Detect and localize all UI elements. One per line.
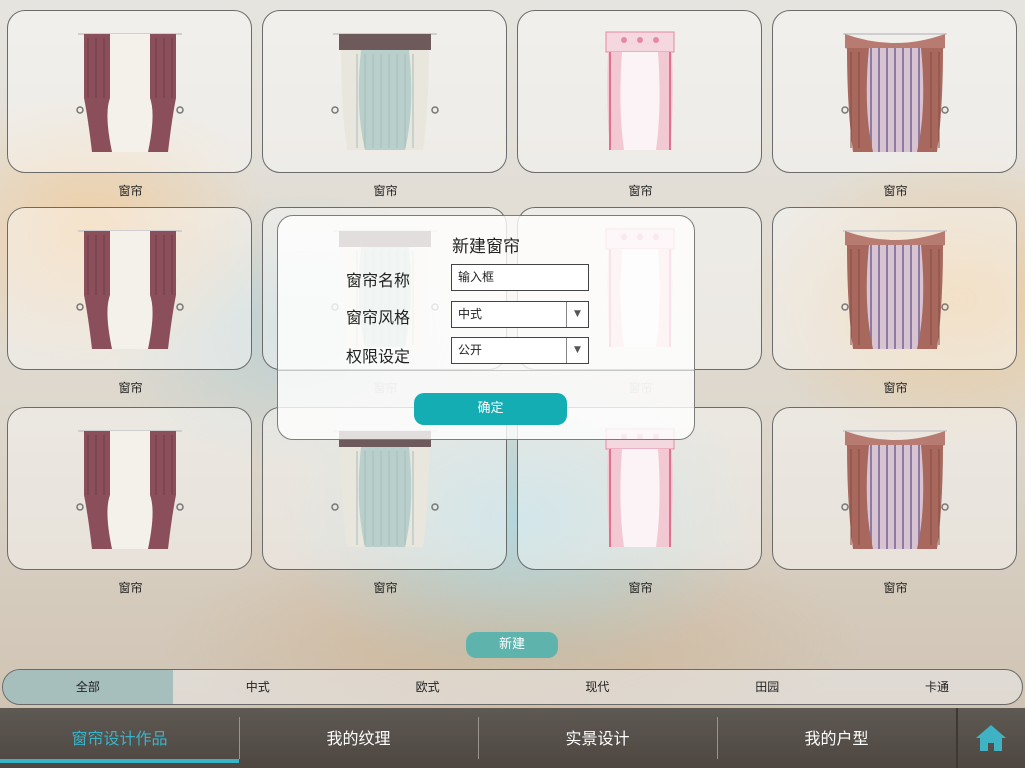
curtain-card[interactable] [7, 207, 252, 370]
curtain-thumbnail [840, 429, 949, 549]
category-pastoral[interactable]: 田园 [682, 670, 852, 704]
category-chinese[interactable]: 中式 [173, 670, 343, 704]
card-label: 窗帘 [118, 381, 143, 395]
category-filter-bar: 全部 中式 欧式 现代 田园 卡通 [2, 669, 1023, 705]
curtain-card[interactable] [262, 10, 507, 173]
category-european[interactable]: 欧式 [343, 670, 513, 704]
curtain-thumbnail [840, 32, 949, 152]
curtain-name-label: 窗帘名称 [346, 271, 411, 290]
curtain-thumbnail [75, 32, 184, 152]
card-label: 窗帘 [883, 581, 908, 595]
curtain-thumbnail [330, 32, 439, 150]
curtain-card[interactable] [772, 10, 1017, 173]
card-label: 窗帘 [628, 184, 653, 198]
card-label: 窗帘 [628, 581, 653, 595]
curtain-style-value: 中式 [458, 307, 483, 321]
category-all[interactable]: 全部 [3, 670, 173, 704]
curtain-card[interactable] [7, 407, 252, 570]
permission-select[interactable]: 公开 ▼ [451, 337, 589, 364]
bottom-nav: 窗帘设计作品 我的纹理 实景设计 我的户型 [0, 708, 1025, 768]
permission-value: 公开 [458, 343, 483, 357]
curtain-style-label: 窗帘风格 [346, 308, 411, 327]
new-curtain-dialog: 新建窗帘 窗帘名称 输入框 窗帘风格 中式 ▼ 权限设定 公开 ▼ 确定 [277, 215, 695, 440]
curtain-card[interactable] [772, 407, 1017, 570]
curtain-thumbnail [75, 429, 184, 549]
card-label: 窗帘 [883, 184, 908, 198]
category-modern[interactable]: 现代 [512, 670, 682, 704]
category-cartoon[interactable]: 卡通 [852, 670, 1022, 704]
curtain-thumbnail [840, 229, 949, 349]
card-label: 窗帘 [883, 381, 908, 395]
card-label: 窗帘 [118, 184, 143, 198]
new-button[interactable]: 新建 [466, 632, 558, 658]
dropdown-arrow-icon[interactable]: ▼ [566, 338, 588, 363]
curtain-style-select[interactable]: 中式 ▼ [451, 301, 589, 328]
tab-my-textures[interactable]: 我的纹理 [239, 708, 478, 768]
card-label: 窗帘 [373, 581, 398, 595]
curtain-thumbnail [330, 429, 439, 547]
curtain-thumbnail [605, 31, 674, 150]
home-icon [976, 725, 1006, 751]
curtain-thumbnail [605, 428, 674, 547]
curtain-card[interactable] [772, 207, 1017, 370]
curtain-card[interactable] [7, 10, 252, 173]
confirm-button[interactable]: 确定 [414, 393, 567, 425]
dialog-divider [278, 370, 694, 371]
card-label: 窗帘 [118, 581, 143, 595]
curtain-thumbnail [75, 229, 184, 349]
home-button[interactable] [956, 708, 1025, 768]
dialog-title: 新建窗帘 [452, 237, 520, 257]
tab-curtain-designs[interactable]: 窗帘设计作品 [0, 708, 239, 768]
card-label: 窗帘 [373, 184, 398, 198]
dropdown-arrow-icon[interactable]: ▼ [566, 302, 588, 327]
curtain-card[interactable] [517, 10, 762, 173]
curtain-name-input[interactable]: 输入框 [451, 264, 589, 291]
tab-my-floorplans[interactable]: 我的户型 [717, 708, 956, 768]
permission-label: 权限设定 [346, 347, 411, 366]
tab-scene-design[interactable]: 实景设计 [478, 708, 717, 768]
